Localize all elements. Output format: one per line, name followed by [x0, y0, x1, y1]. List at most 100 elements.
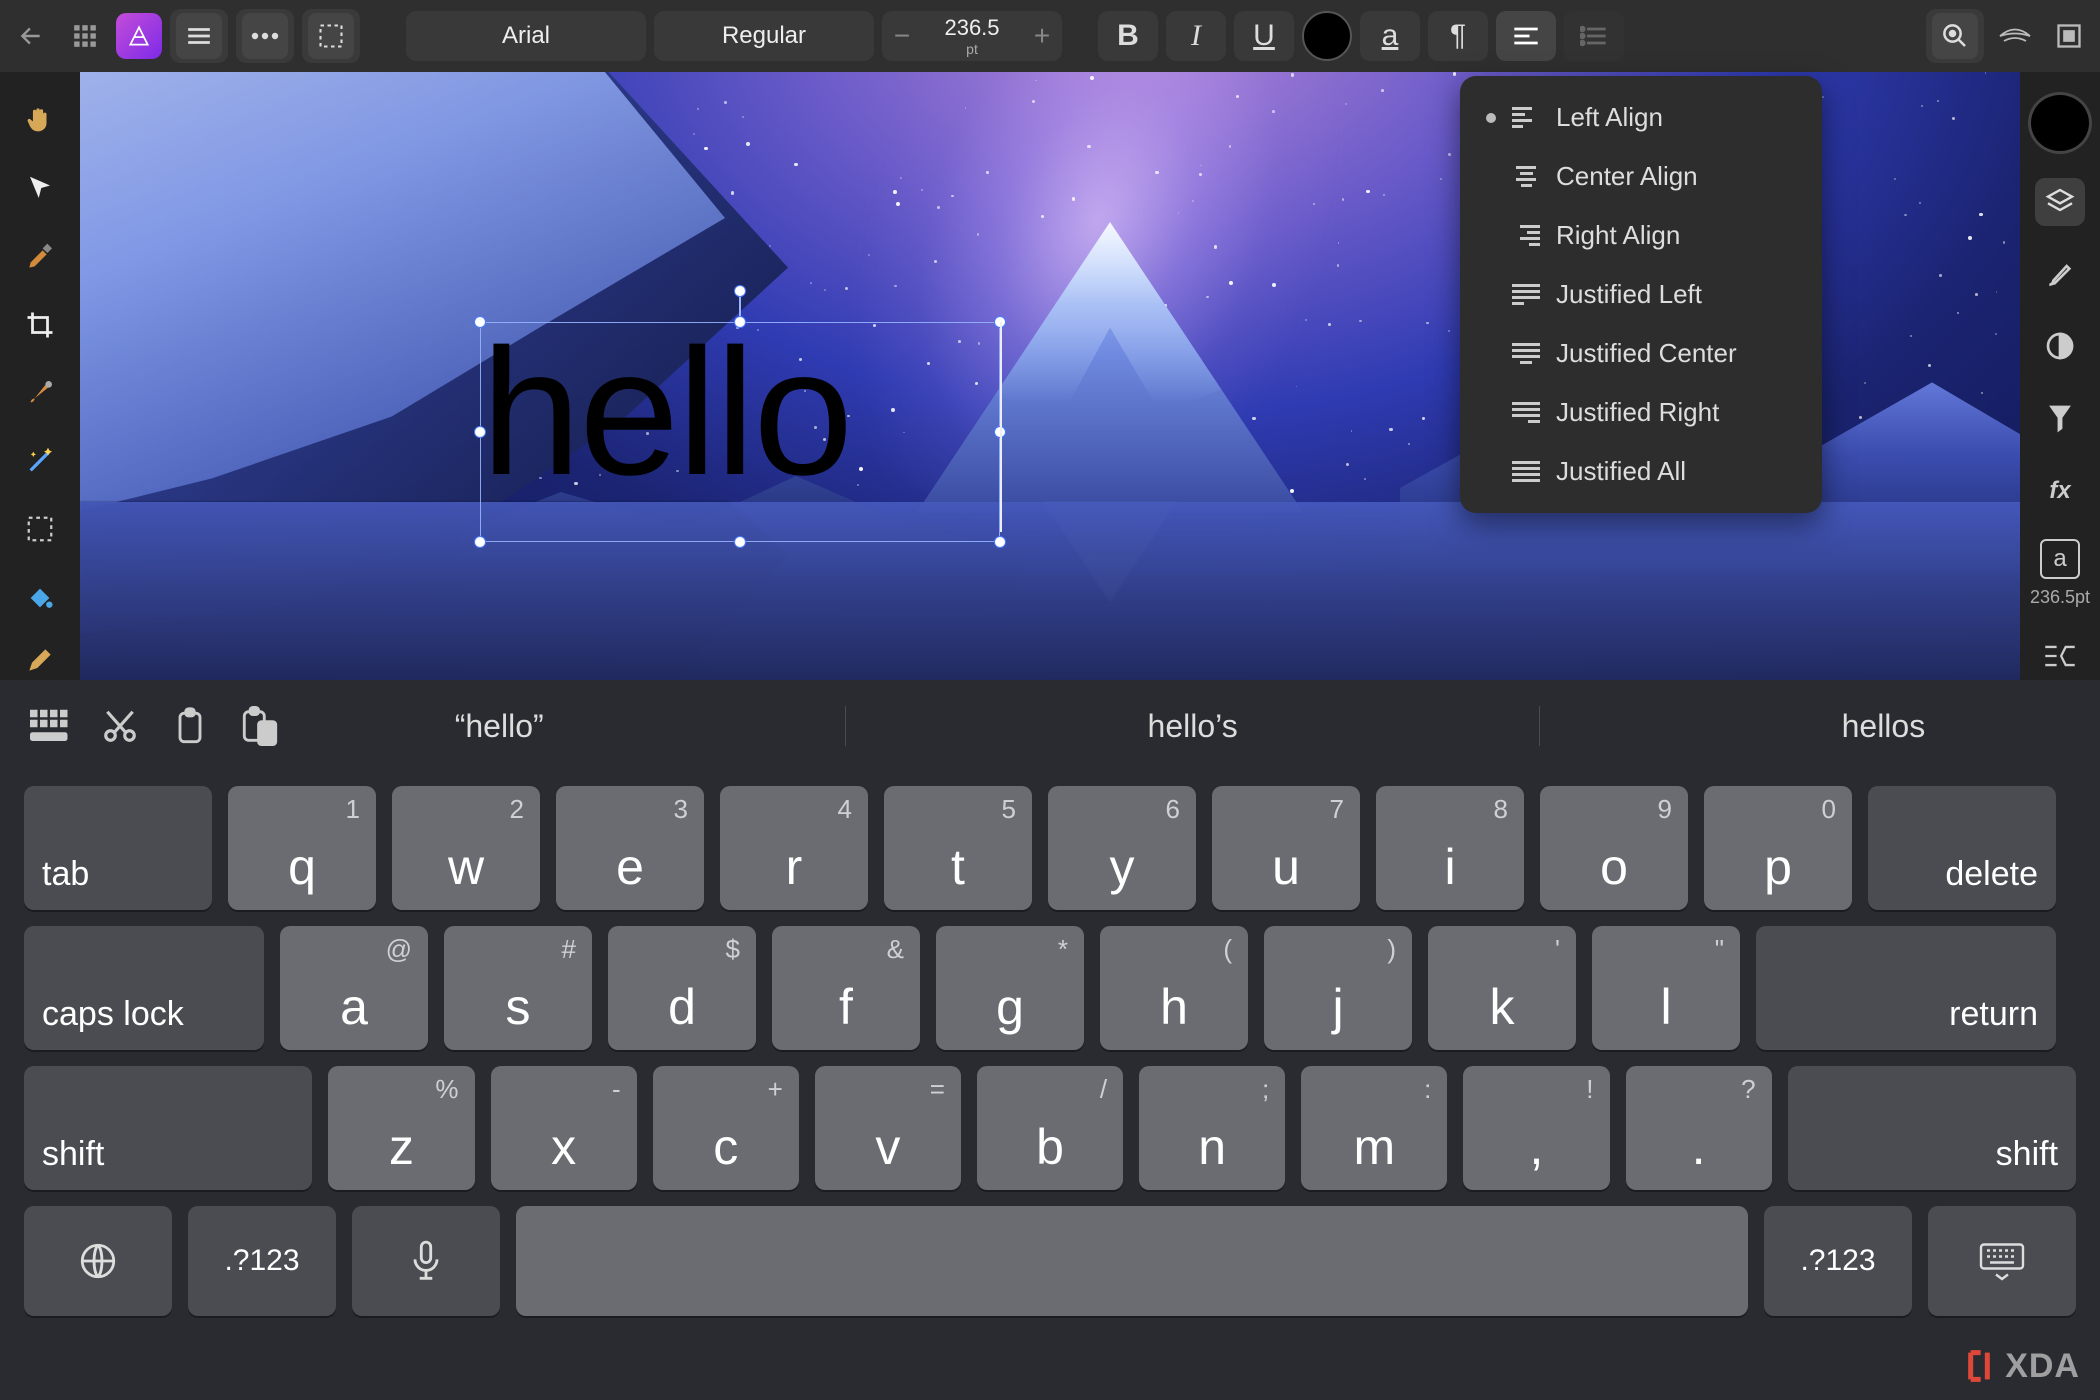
resize-handle[interactable] — [734, 316, 746, 328]
fill-color-swatch[interactable] — [2028, 92, 2092, 154]
zoom-icon[interactable] — [1932, 13, 1978, 59]
key-return[interactable]: return — [1756, 926, 2056, 1050]
menu-icon[interactable] — [176, 13, 222, 59]
app-logo-icon[interactable] — [116, 13, 162, 59]
kb-shortcuts-icon[interactable] — [24, 700, 76, 752]
resize-handle[interactable] — [474, 316, 486, 328]
key-v[interactable]: v= — [815, 1066, 961, 1190]
kb-suggestion[interactable]: hellos — [1842, 708, 1926, 745]
key-p[interactable]: p0 — [1704, 786, 1852, 910]
key-numsym-left[interactable]: .?123 — [188, 1206, 336, 1316]
align-option-left[interactable]: Left Align — [1460, 88, 1822, 147]
underline-button[interactable]: U — [1234, 11, 1294, 61]
key-x[interactable]: x- — [491, 1066, 637, 1190]
key-s[interactable]: s# — [444, 926, 592, 1050]
key-t[interactable]: t5 — [884, 786, 1032, 910]
key-tab[interactable]: tab — [24, 786, 212, 910]
key-.[interactable]: .? — [1626, 1066, 1772, 1190]
key-b[interactable]: b/ — [977, 1066, 1123, 1190]
resize-handle[interactable] — [474, 426, 486, 438]
align-option-right[interactable]: Right Align — [1460, 206, 1822, 265]
font-size-value[interactable]: 236.5 pt — [922, 15, 1022, 57]
resize-handle[interactable] — [474, 536, 486, 548]
align-option-justify-right[interactable]: Justified Right — [1460, 383, 1822, 442]
canvas-text-content[interactable]: hello — [481, 323, 999, 503]
key-delete[interactable]: delete — [1868, 786, 2056, 910]
key-h[interactable]: h( — [1100, 926, 1248, 1050]
align-option-justify-center[interactable]: Justified Center — [1460, 324, 1822, 383]
text-wrap-panel-icon[interactable] — [2035, 632, 2085, 680]
character-style-button[interactable]: a — [1360, 11, 1420, 61]
key-space[interactable] — [516, 1206, 1748, 1316]
kb-cut-icon[interactable] — [94, 700, 146, 752]
grid-icon[interactable] — [62, 13, 108, 59]
align-option-center[interactable]: Center Align — [1460, 147, 1822, 206]
paint-brush-icon[interactable] — [19, 373, 61, 413]
marquee-select-icon[interactable] — [308, 13, 354, 59]
fullscreen-icon[interactable] — [2046, 13, 2092, 59]
move-tool-icon[interactable] — [19, 168, 61, 208]
magic-wand-icon[interactable] — [19, 441, 61, 481]
fx-panel-icon[interactable]: fx — [2035, 467, 2085, 515]
key-j[interactable]: j) — [1264, 926, 1412, 1050]
key-dictation[interactable] — [352, 1206, 500, 1316]
pen-tool-icon[interactable] — [19, 640, 61, 680]
align-option-justify-left[interactable]: Justified Left — [1460, 265, 1822, 324]
key-e[interactable]: e3 — [556, 786, 704, 910]
text-align-button[interactable] — [1496, 11, 1556, 61]
text-color-swatch[interactable] — [1302, 11, 1352, 61]
key-globe[interactable] — [24, 1206, 172, 1316]
color-picker-icon[interactable] — [19, 236, 61, 276]
font-family-selector[interactable]: Arial — [406, 11, 646, 61]
resize-handle[interactable] — [994, 536, 1006, 548]
history-panel-icon[interactable] — [2035, 394, 2085, 442]
hand-tool-icon[interactable] — [19, 100, 61, 140]
key-q[interactable]: q1 — [228, 786, 376, 910]
rotate-handle[interactable] — [734, 285, 746, 297]
key-numsym-right[interactable]: .?123 — [1764, 1206, 1912, 1316]
align-option-justify-all[interactable]: Justified All — [1460, 442, 1822, 501]
key-shift-right[interactable]: shift — [1788, 1066, 2076, 1190]
paragraph-style-button[interactable]: ¶ — [1428, 11, 1488, 61]
key-,[interactable]: ,! — [1463, 1066, 1609, 1190]
brush-panel-icon[interactable] — [2035, 250, 2085, 298]
key-l[interactable]: l" — [1592, 926, 1740, 1050]
kb-paste-icon[interactable] — [234, 700, 286, 752]
list-button[interactable] — [1564, 11, 1624, 61]
bold-button[interactable]: B — [1098, 11, 1158, 61]
key-k[interactable]: k' — [1428, 926, 1576, 1050]
adjustments-panel-icon[interactable] — [2035, 322, 2085, 370]
key-u[interactable]: u7 — [1212, 786, 1360, 910]
key-r[interactable]: r4 — [720, 786, 868, 910]
key-capslock[interactable]: caps lock — [24, 926, 264, 1050]
resize-handle[interactable] — [734, 536, 746, 548]
kb-suggestion[interactable]: hello’s — [1148, 708, 1238, 745]
crop-tool-icon[interactable] — [19, 305, 61, 345]
kb-suggestion[interactable]: “hello” — [455, 708, 544, 745]
text-frame-selection[interactable]: hello — [480, 322, 1000, 542]
character-panel-icon[interactable]: a — [2035, 539, 2085, 579]
flood-fill-icon[interactable] — [19, 578, 61, 618]
key-m[interactable]: m: — [1301, 1066, 1447, 1190]
key-n[interactable]: n; — [1139, 1066, 1285, 1190]
kb-copy-icon[interactable] — [164, 700, 216, 752]
italic-button[interactable]: I — [1166, 11, 1226, 61]
layers-panel-icon[interactable] — [2035, 178, 2085, 226]
key-i[interactable]: i8 — [1376, 786, 1524, 910]
font-style-selector[interactable]: Regular — [654, 11, 874, 61]
key-a[interactable]: a@ — [280, 926, 428, 1050]
key-o[interactable]: o9 — [1540, 786, 1688, 910]
key-d[interactable]: d$ — [608, 926, 756, 1050]
back-icon[interactable] — [8, 13, 54, 59]
key-z[interactable]: z% — [328, 1066, 474, 1190]
key-y[interactable]: y6 — [1048, 786, 1196, 910]
font-size-increase[interactable]: + — [1022, 20, 1062, 52]
key-w[interactable]: w2 — [392, 786, 540, 910]
key-f[interactable]: f& — [772, 926, 920, 1050]
key-hide-keyboard[interactable] — [1928, 1206, 2076, 1316]
key-shift-left[interactable]: shift — [24, 1066, 312, 1190]
more-icon[interactable] — [242, 13, 288, 59]
key-g[interactable]: g* — [936, 926, 1084, 1050]
selection-marquee-icon[interactable] — [19, 509, 61, 549]
key-c[interactable]: c+ — [653, 1066, 799, 1190]
